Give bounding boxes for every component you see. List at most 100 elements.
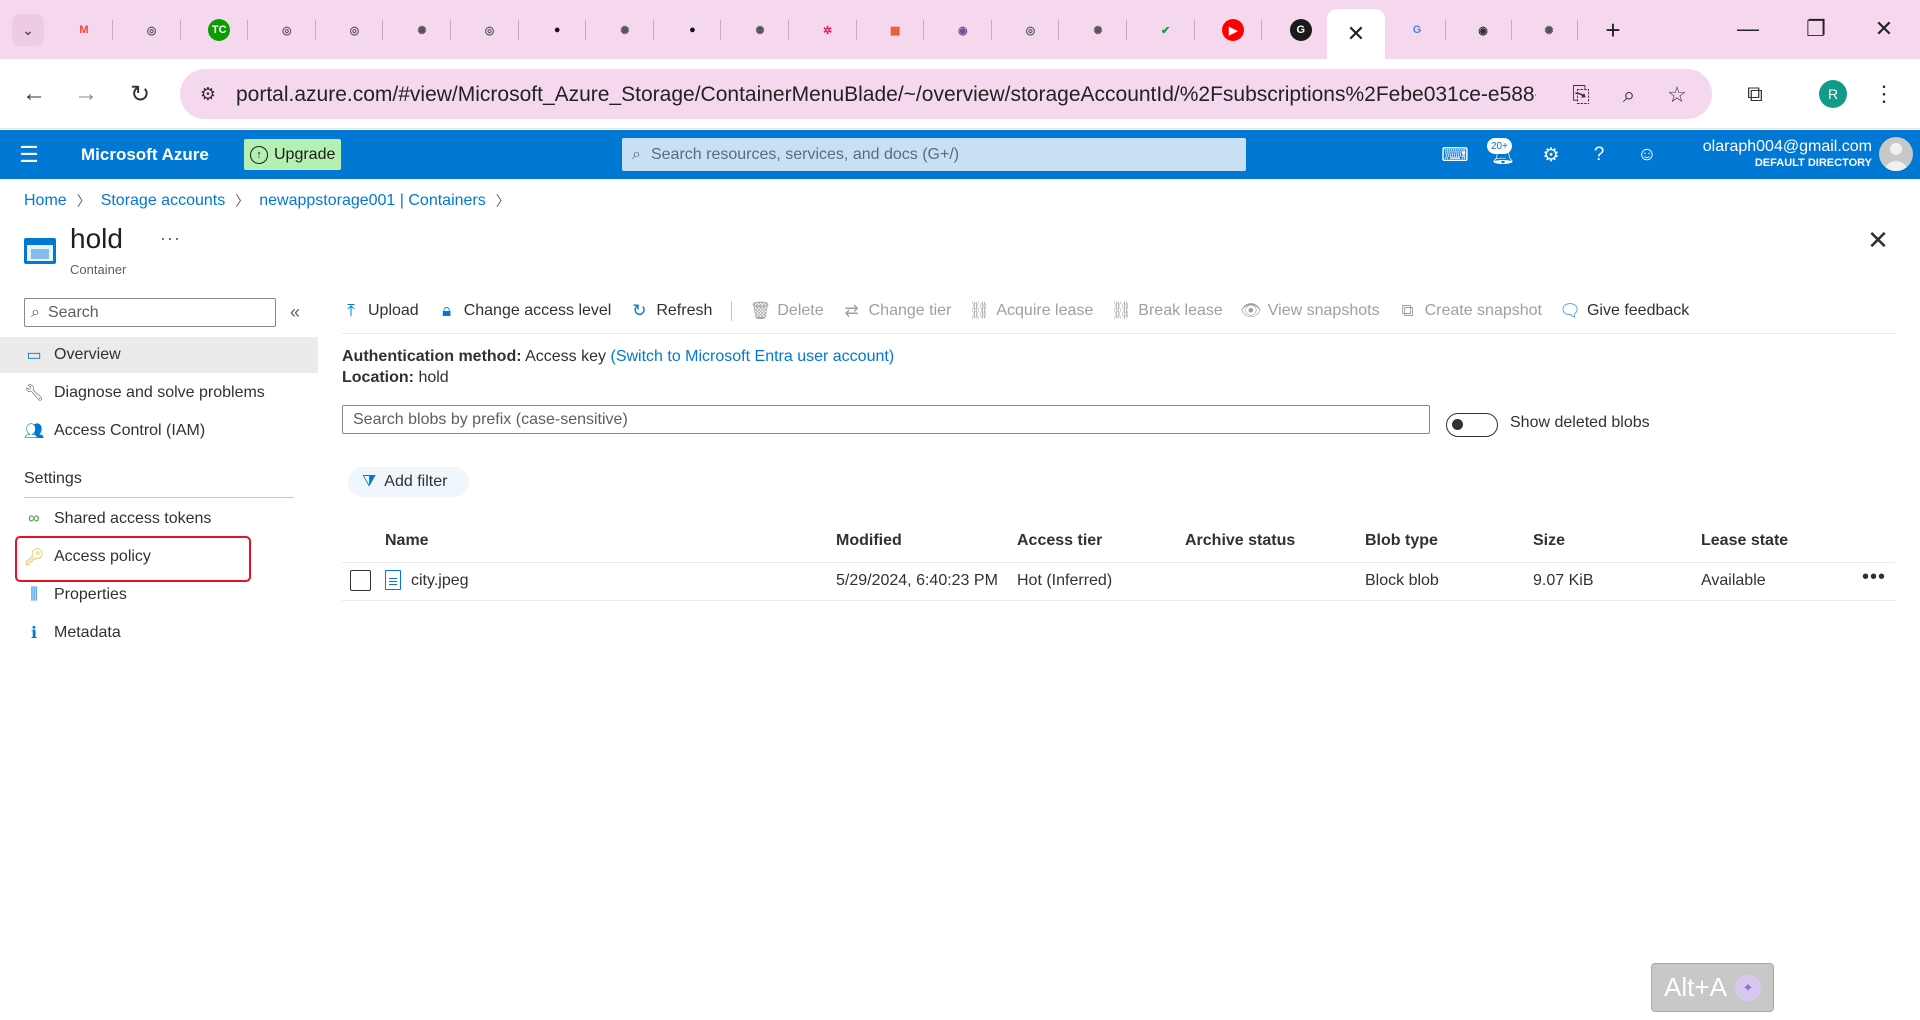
browser-tab[interactable]: ◎	[1014, 14, 1046, 46]
change-access-level-button[interactable]: 🔒︎ Change access level	[438, 301, 611, 320]
close-icon[interactable]: ✕	[1347, 21, 1365, 47]
toolbar-label: Give feedback	[1586, 302, 1690, 319]
break-lease-button[interactable]: ⛓︎ Break lease	[1111, 301, 1223, 320]
browser-tab[interactable]: G	[1285, 14, 1317, 46]
show-deleted-toggle[interactable]	[1446, 413, 1498, 437]
browser-menu-icon[interactable]: ⋮	[1872, 77, 1896, 111]
toolbar-label: Delete	[777, 302, 824, 319]
blob-name[interactable]: city.jpeg	[411, 572, 469, 590]
active-tab[interactable]: ✕	[1327, 9, 1385, 59]
browser-tab[interactable]: ◎	[136, 14, 168, 46]
browser-tab[interactable]: ●	[541, 14, 573, 46]
refresh-button[interactable]: ↻ Refresh	[630, 301, 712, 320]
sidebar-item-label: Properties	[54, 586, 127, 603]
add-filter-button[interactable]: ⧩ Add filter	[348, 467, 470, 497]
breadcrumb-home[interactable]: Home	[24, 192, 67, 210]
tab-separator	[1261, 20, 1263, 40]
restore-button[interactable]: ❐	[1796, 12, 1836, 46]
profile-avatar[interactable]: R	[1819, 80, 1847, 108]
give-feedback-button[interactable]: 🗨︎ Give feedback	[1559, 301, 1690, 320]
browser-tab[interactable]: ◉	[1467, 14, 1499, 46]
cloud-shell-icon[interactable]: ⌨	[1441, 142, 1468, 168]
toolbar-label: Create snapshot	[1424, 302, 1542, 319]
reload-button[interactable]: ↻	[122, 76, 158, 112]
breadcrumb-storage-accounts[interactable]: Storage accounts	[101, 192, 226, 210]
global-search-input[interactable]: ⌕ Search resources, services, and docs (…	[622, 138, 1246, 171]
breadcrumb: Home 〉 Storage accounts 〉 newappstorage0…	[24, 191, 510, 211]
blob-type: Block blob	[1365, 572, 1439, 589]
create-snapshot-button[interactable]: ⧉ Create snapshot	[1399, 301, 1542, 320]
browser-tab[interactable]: ●	[676, 14, 708, 46]
more-options-icon[interactable]: ···	[160, 228, 181, 249]
upgrade-button[interactable]: ↑ Upgrade	[244, 139, 342, 170]
browser-tab[interactable]: ◎	[474, 14, 506, 46]
acquire-lease-button[interactable]: ⛓︎ Acquire lease	[969, 301, 1094, 320]
azure-brand[interactable]: Microsoft Azure	[81, 145, 209, 165]
browser-tab[interactable]: ✺	[744, 14, 776, 46]
browser-tab[interactable]: ✺	[1533, 14, 1565, 46]
new-tab-button[interactable]: +	[1597, 14, 1629, 46]
row-checkbox[interactable]	[350, 570, 371, 591]
browser-tab[interactable]: M	[68, 14, 100, 46]
site-info-icon[interactable]: ⚙	[194, 80, 222, 108]
breadcrumb-containers[interactable]: newappstorage001 | Containers	[259, 192, 486, 210]
switch-auth-link[interactable]: (Switch to Microsoft Entra user account)	[610, 348, 894, 365]
menu-search-input[interactable]: ⌕ Search	[24, 298, 276, 327]
url-text[interactable]: portal.azure.com/#view/Microsoft_Azure_S…	[236, 83, 1536, 107]
bookmark-star-icon[interactable]: ☆	[1662, 80, 1692, 110]
collapse-menu-icon[interactable]: «	[290, 302, 300, 323]
sidebar-item-overview[interactable]: ▭ Overview	[0, 337, 318, 373]
settings-gear-icon[interactable]: ⚙	[1538, 142, 1564, 168]
zoom-icon[interactable]: ⌕	[1614, 80, 1644, 110]
upload-button[interactable]: ⤒ Upload	[342, 301, 418, 320]
upgrade-label: Upgrade	[274, 145, 336, 163]
sidebar-item-shared-access-tokens[interactable]: ∞ Shared access tokens	[0, 501, 318, 537]
filter-icon: ⧩	[362, 473, 377, 490]
microsoft-icon: ▦	[889, 24, 901, 37]
browser-tab[interactable]: ✔	[1150, 14, 1182, 46]
browser-tab[interactable]: TC	[203, 14, 235, 46]
forward-button[interactable]: →	[68, 76, 104, 112]
sidebar-item-properties[interactable]: ⫼ Properties	[0, 577, 318, 613]
install-app-icon[interactable]: ⎘	[1566, 80, 1596, 110]
browser-tab[interactable]: ✺	[1082, 14, 1114, 46]
sidebar-item-access-control-iam[interactable]: 👥︎ Access Control (IAM)	[0, 413, 318, 449]
view-snapshots-button[interactable]: 👁︎ View snapshots	[1240, 301, 1380, 320]
close-blade-icon[interactable]: ✕	[1864, 225, 1892, 255]
browser-tab[interactable]: ▶	[1217, 14, 1249, 46]
extensions-icon[interactable]: ⧉	[1738, 77, 1772, 111]
delete-button[interactable]: 🗑︎ Delete	[750, 301, 824, 320]
column-header-blob-type[interactable]: Blob type	[1365, 532, 1438, 550]
swap-icon: ⇄	[844, 301, 859, 320]
hamburger-menu-icon[interactable]: ☰	[16, 142, 42, 168]
back-button[interactable]: ←	[16, 76, 52, 112]
column-header-size[interactable]: Size	[1533, 532, 1565, 550]
row-more-options-icon[interactable]: •••	[1862, 566, 1886, 589]
window-close-button[interactable]: ✕	[1864, 12, 1904, 46]
help-icon[interactable]: ?	[1586, 142, 1612, 168]
browser-tab[interactable]: ◎	[271, 14, 303, 46]
browser-tab[interactable]: ✲	[812, 14, 844, 46]
sidebar-item-metadata[interactable]: ℹ Metadata	[0, 615, 318, 651]
browser-tab[interactable]: ✺	[609, 14, 641, 46]
shortcut-badge[interactable]: Alt+A ✦	[1651, 963, 1774, 1012]
address-bar[interactable]: ⚙ portal.azure.com/#view/Microsoft_Azure…	[180, 69, 1712, 119]
tab-search-button[interactable]: ⌄	[12, 14, 44, 46]
browser-tab[interactable]: ◉	[947, 14, 979, 46]
browser-tab[interactable]: ◎	[338, 14, 370, 46]
column-header-access-tier[interactable]: Access tier	[1017, 532, 1102, 550]
tab-separator	[1193, 20, 1195, 40]
minimize-button[interactable]: —	[1728, 12, 1768, 46]
column-header-name[interactable]: Name	[385, 532, 429, 550]
column-header-archive-status[interactable]: Archive status	[1185, 532, 1295, 550]
browser-tab[interactable]: ▦	[879, 14, 911, 46]
column-header-modified[interactable]: Modified	[836, 532, 902, 550]
blob-search-input[interactable]: Search blobs by prefix (case-sensitive)	[342, 405, 1430, 434]
browser-tab[interactable]: ✺	[406, 14, 438, 46]
account-info[interactable]: olaraph004@gmail.com DEFAULT DIRECTORY	[1640, 138, 1872, 169]
browser-tab[interactable]: G	[1401, 14, 1433, 46]
change-tier-button[interactable]: ⇄ Change tier	[843, 301, 952, 320]
sidebar-item-diagnose-and-solve-problems[interactable]: 🔧︎ Diagnose and solve problems	[0, 375, 318, 411]
column-header-lease-state[interactable]: Lease state	[1701, 532, 1788, 550]
user-avatar[interactable]	[1879, 137, 1913, 171]
